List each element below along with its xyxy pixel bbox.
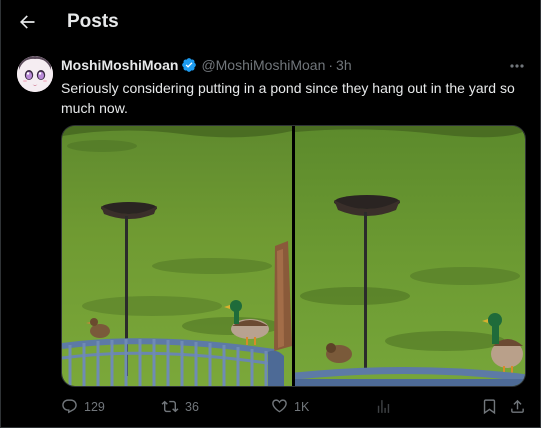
post-author-row: MoshiMoshiMoan @MoshiMoshiMoan · 3h — [61, 57, 352, 73]
author-handle[interactable]: @MoshiMoshiMoan — [201, 57, 325, 73]
reply-count: 129 — [84, 399, 105, 414]
photo-left[interactable] — [62, 126, 292, 386]
photo-right[interactable] — [295, 126, 525, 386]
top-bar: Posts — [1, 0, 540, 44]
post-actions-bar: 129 36 1K — [57, 398, 527, 418]
photo-left-image — [62, 126, 292, 386]
back-arrow-icon — [20, 15, 35, 29]
like-icon — [272, 399, 287, 413]
bookmark-button[interactable] — [481, 398, 498, 415]
repost-icon — [161, 400, 179, 413]
back-button[interactable] — [11, 6, 43, 38]
separator-dot: · — [328, 57, 334, 73]
reply-button[interactable]: 129 — [61, 398, 105, 415]
share-button[interactable] — [509, 398, 526, 415]
post-text: Seriously considering putting in a pond … — [61, 80, 515, 116]
post-detail-page: Posts MoshiMoshiMoan @MoshiMoshiMoan · 3… — [0, 0, 541, 428]
verified-badge-icon[interactable] — [181, 57, 197, 73]
photo-right-image — [295, 126, 525, 386]
repost-count: 36 — [185, 399, 199, 414]
more-options-button[interactable] — [507, 58, 527, 74]
avatar-image — [17, 56, 53, 92]
repost-button[interactable]: 36 — [161, 398, 199, 415]
page-title: Posts — [67, 11, 119, 32]
avatar[interactable] — [17, 56, 53, 92]
post-media[interactable] — [61, 125, 526, 387]
like-count: 1K — [294, 399, 310, 414]
share-icon — [511, 399, 524, 413]
author-display-name[interactable]: MoshiMoshiMoan — [61, 57, 178, 73]
views-icon — [377, 400, 390, 413]
more-icon — [510, 64, 524, 68]
reply-icon — [62, 399, 77, 414]
like-button[interactable]: 1K — [271, 398, 309, 415]
views-button[interactable] — [375, 398, 392, 415]
bookmark-icon — [483, 399, 496, 415]
post-timestamp[interactable]: 3h — [336, 57, 352, 73]
